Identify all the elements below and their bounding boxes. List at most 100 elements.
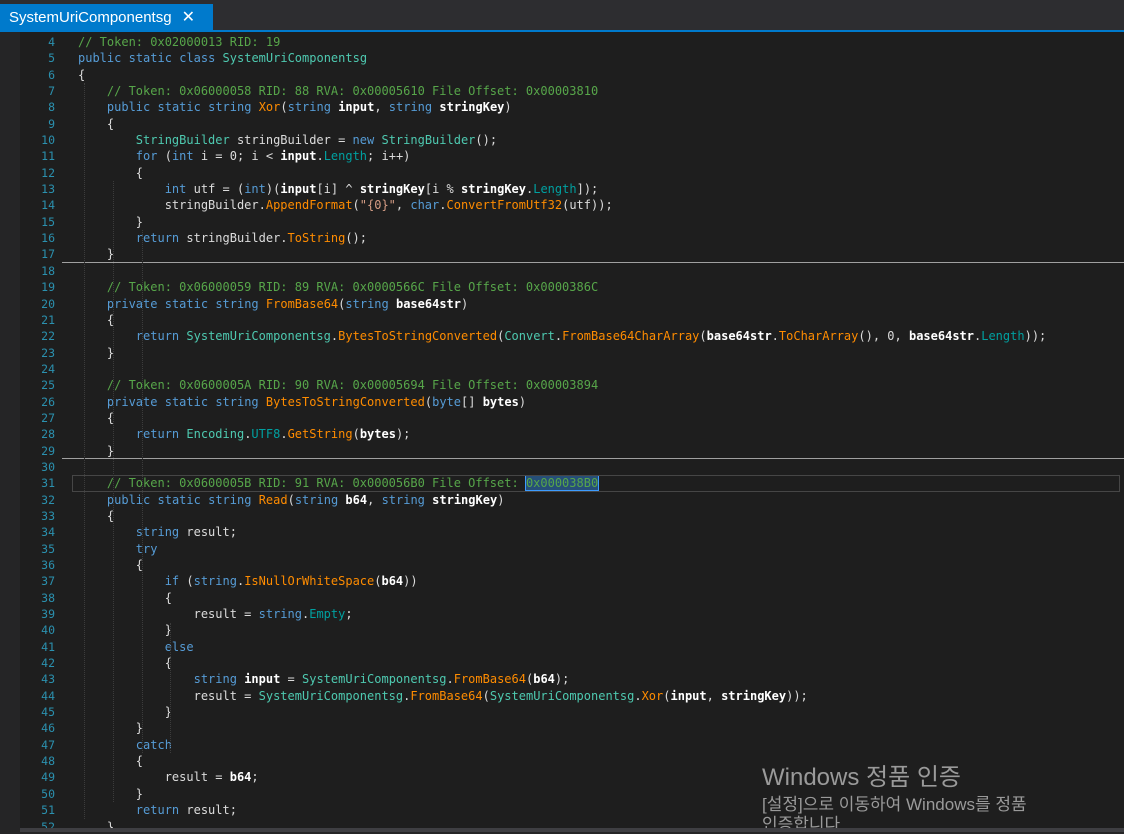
code-line[interactable]: 25 // Token: 0x0600005A RID: 90 RVA: 0x0…: [20, 377, 1124, 393]
line-number: 30: [41, 459, 55, 474]
code-line[interactable]: 7 // Token: 0x06000058 RID: 88 RVA: 0x00…: [20, 83, 1124, 99]
line-number: 52: [41, 819, 55, 829]
code-line[interactable]: 19 // Token: 0x06000059 RID: 89 RVA: 0x0…: [20, 279, 1124, 295]
code-line[interactable]: 40 }: [20, 622, 1124, 638]
code-line[interactable]: 38 {: [20, 590, 1124, 606]
code-line[interactable]: 27 {: [20, 410, 1124, 426]
line-number: 18: [41, 263, 55, 278]
code-text: public static class SystemUriComponentsg: [78, 51, 368, 66]
code-text: {: [78, 67, 86, 82]
code-line[interactable]: 15 }: [20, 214, 1124, 230]
code-text: return Encoding.UTF8.GetString(bytes);: [135, 427, 411, 442]
line-number: 46: [41, 721, 55, 736]
tab-title: SystemUriComponentsg: [9, 8, 172, 26]
tab-systemuricomponentsg[interactable]: SystemUriComponentsg ✕: [0, 4, 213, 30]
code-text: stringBuilder.AppendFormat("{0}", char.C…: [78, 198, 613, 213]
code-line[interactable]: 20 private static string FromBase64(stri…: [20, 296, 1124, 312]
code-line[interactable]: 12 {: [20, 165, 1124, 181]
tab-bar: SystemUriComponentsg ✕: [0, 0, 1124, 32]
line-number: 20: [41, 296, 55, 311]
code-line[interactable]: 28 return Encoding.UTF8.GetString(bytes)…: [20, 426, 1124, 442]
method-separator: [62, 261, 1124, 263]
line-number: 39: [41, 607, 55, 622]
code-line[interactable]: 39 result = string.Empty;: [20, 606, 1124, 622]
line-number: 10: [41, 133, 55, 148]
watermark-line1: [설정]으로 이동하여 Windows를 정품: [762, 795, 1027, 814]
line-number: 41: [41, 639, 55, 654]
code-line[interactable]: 22 return SystemUriComponentsg.BytesToSt…: [20, 328, 1124, 344]
code-line[interactable]: 14 stringBuilder.AppendFormat("{0}", cha…: [20, 197, 1124, 213]
code-text: else: [164, 639, 194, 654]
code-text: string result;: [135, 525, 237, 540]
code-line[interactable]: 46 }: [20, 720, 1124, 736]
code-line[interactable]: 45 }: [20, 704, 1124, 720]
code-text: }: [78, 705, 172, 720]
code-text: }: [78, 623, 172, 638]
code-line[interactable]: 32 public static string Read(string b64,…: [20, 492, 1124, 508]
code-line[interactable]: 5 public static class SystemUriComponents…: [20, 50, 1124, 66]
line-number: 37: [41, 574, 55, 589]
code-line[interactable]: 37 if (string.IsNullOrWhiteSpace(b64)): [20, 573, 1124, 589]
code-line[interactable]: 6{: [20, 67, 1124, 83]
code-text: result = SystemUriComponentsg.FromBase64…: [78, 688, 808, 703]
code-text: int utf = (int)(input[i] ^ stringKey[i %…: [164, 182, 599, 197]
code-line[interactable]: 11 for (int i = 0; i < input.Length; i++…: [20, 148, 1124, 164]
code-line[interactable]: 29 }: [20, 443, 1124, 459]
code-text: {: [78, 754, 144, 769]
code-text: {: [78, 165, 144, 180]
line-number: 6: [48, 67, 55, 82]
code-text: // Token: 0x02000013 RID: 19: [78, 35, 281, 49]
code-line[interactable]: 10 StringBuilder stringBuilder = new Str…: [20, 132, 1124, 148]
line-number: 40: [41, 623, 55, 638]
code-line[interactable]: 26 private static string BytesToStringCo…: [20, 394, 1124, 410]
code-line[interactable]: 18: [20, 263, 1124, 279]
code-line[interactable]: 4 // Token: 0x02000013 RID: 19: [20, 34, 1124, 50]
line-number: 28: [41, 427, 55, 442]
close-icon[interactable]: ✕: [182, 7, 195, 27]
code-lines: 4 // Token: 0x02000013 RID: 19 5 public sta…: [20, 34, 1124, 828]
line-number: 50: [41, 786, 55, 801]
line-number: 33: [41, 508, 55, 523]
line-number: 26: [41, 394, 55, 409]
line-number: 4: [48, 35, 55, 49]
line-number: 42: [41, 656, 55, 671]
code-text: }: [78, 214, 144, 229]
code-line[interactable]: 35 try: [20, 541, 1124, 557]
windows-activation-watermark: Windows 정품 인증 [설정]으로 이동하여 Windows를 정품 인증…: [762, 762, 1027, 834]
code-line[interactable]: 30: [20, 459, 1124, 475]
code-line[interactable]: 13 int utf = (int)(input[i] ^ stringKey[…: [20, 181, 1124, 197]
code-text: }: [78, 721, 144, 736]
horizontal-scrollbar[interactable]: [20, 828, 1124, 832]
code-line[interactable]: 33 {: [20, 508, 1124, 524]
line-number: 16: [41, 231, 55, 246]
line-number: 23: [41, 345, 55, 360]
code-line[interactable]: 44 result = SystemUriComponentsg.FromBas…: [20, 688, 1124, 704]
code-line[interactable]: 24: [20, 361, 1124, 377]
code-line[interactable]: 42 {: [20, 655, 1124, 671]
line-number: 45: [41, 705, 55, 720]
code-text: string input = SystemUriComponentsg.From…: [193, 672, 570, 687]
line-number: 21: [41, 312, 55, 327]
line-number: 7: [48, 84, 55, 99]
line-number: 9: [48, 116, 55, 131]
code-line[interactable]: 8 public static string Xor(string input,…: [20, 99, 1124, 115]
line-number: 31: [41, 476, 55, 491]
code-line[interactable]: 41 else: [20, 639, 1124, 655]
code-editor[interactable]: 4 // Token: 0x02000013 RID: 19 5 public sta…: [20, 32, 1124, 828]
code-text: for (int i = 0; i < input.Length; i++): [135, 149, 411, 164]
code-line[interactable]: 23 }: [20, 345, 1124, 361]
code-text: result = string.Empty;: [78, 607, 353, 622]
code-line[interactable]: 36 {: [20, 557, 1124, 573]
code-line[interactable]: 21 {: [20, 312, 1124, 328]
code-line[interactable]: 43 string input = SystemUriComponentsg.F…: [20, 671, 1124, 687]
line-number: 32: [41, 492, 55, 507]
code-line[interactable]: 34 string result;: [20, 524, 1124, 540]
code-text: {: [78, 656, 172, 671]
line-number: 25: [41, 378, 55, 393]
code-line[interactable]: 9 {: [20, 116, 1124, 132]
code-text: }: [78, 819, 115, 829]
code-line[interactable]: 17 }: [20, 246, 1124, 262]
code-text: private static string FromBase64(string …: [106, 296, 469, 311]
code-line[interactable]: 16 return stringBuilder.ToString();: [20, 230, 1124, 246]
code-line[interactable]: 47 catch: [20, 737, 1124, 753]
